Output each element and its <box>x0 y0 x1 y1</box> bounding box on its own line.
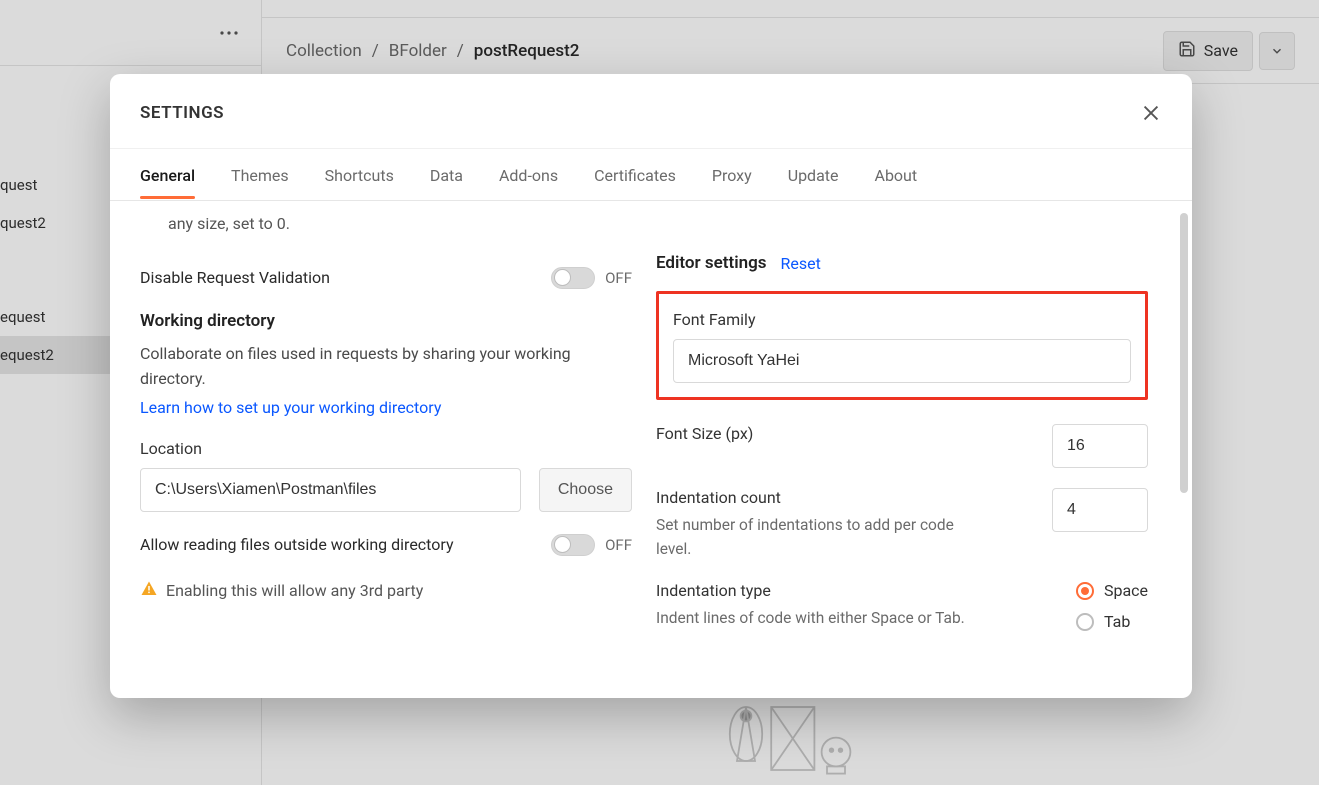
settings-modal: SETTINGS General Themes Shortcuts Data A… <box>110 74 1192 698</box>
breadcrumb: Collection / BFolder / postRequest2 <box>286 41 579 61</box>
scrollbar[interactable] <box>1180 213 1188 493</box>
section-heading: Working directory <box>140 311 632 331</box>
choose-button[interactable]: Choose <box>539 468 632 512</box>
tab-addons[interactable]: Add-ons <box>499 152 558 198</box>
field-label: Indentation count <box>656 488 986 507</box>
modal-body: any size, set to 0. Disable Request Vali… <box>110 201 1192 698</box>
field-label: Font Family <box>673 310 1131 329</box>
disable-request-validation-toggle[interactable] <box>551 267 595 289</box>
font-family-input[interactable] <box>673 339 1131 383</box>
tab-data[interactable]: Data <box>430 152 463 198</box>
tab-certificates[interactable]: Certificates <box>594 152 676 198</box>
setting-label: Allow reading files outside working dire… <box>140 535 454 554</box>
field-label: Font Size (px) <box>656 424 753 443</box>
save-dropdown-button[interactable] <box>1259 32 1295 70</box>
radio-label: Tab <box>1104 612 1130 631</box>
close-icon[interactable] <box>1140 102 1162 124</box>
workdir-learn-link[interactable]: Learn how to set up your working directo… <box>140 398 441 417</box>
warning-icon <box>140 580 158 606</box>
tab-general[interactable]: General <box>140 152 195 198</box>
save-icon <box>1178 40 1196 62</box>
tab-themes[interactable]: Themes <box>231 152 289 198</box>
save-label: Save <box>1204 41 1238 60</box>
crumb[interactable]: BFolder <box>389 41 447 61</box>
radio-label: Space <box>1104 581 1148 600</box>
help-text: Collaborate on files used in requests by… <box>140 341 632 392</box>
tabstrip: General Themes Shortcuts Data Add-ons Ce… <box>110 149 1192 201</box>
crumb-separator: / <box>457 41 464 61</box>
warning-text: Enabling this will allow any 3rd party <box>166 578 423 604</box>
more-icon[interactable] <box>213 17 245 49</box>
indent-type-tab-radio[interactable]: Tab <box>1076 612 1148 631</box>
font-size-input[interactable] <box>1052 424 1148 468</box>
tab-about[interactable]: About <box>875 152 918 198</box>
tab-shortcuts[interactable]: Shortcuts <box>325 152 394 198</box>
save-button[interactable]: Save <box>1163 31 1253 71</box>
crumb[interactable]: Collection <box>286 41 362 61</box>
crumb-current: postRequest2 <box>474 41 580 61</box>
help-text: Set number of indentations to add per co… <box>656 513 986 561</box>
crumb-separator: / <box>372 41 379 61</box>
setting-label: Disable Request Validation <box>140 268 330 287</box>
help-text: Indent lines of code with either Space o… <box>656 606 965 630</box>
toggle-state-text: OFF <box>605 536 632 554</box>
toggle-state-text: OFF <box>605 269 632 287</box>
field-label: Indentation type <box>656 581 965 600</box>
field-label: Location <box>140 439 632 458</box>
reset-link[interactable]: Reset <box>781 254 821 273</box>
section-heading: Editor settings <box>656 253 767 273</box>
radio-dot-icon <box>1076 582 1094 600</box>
font-family-highlight: Font Family <box>656 291 1148 400</box>
radio-dot-icon <box>1076 613 1094 631</box>
indent-type-space-radio[interactable]: Space <box>1076 581 1148 600</box>
indent-count-input[interactable] <box>1052 488 1148 532</box>
truncated-help-text: any size, set to 0. <box>140 211 632 237</box>
location-input[interactable] <box>140 468 521 512</box>
modal-title: SETTINGS <box>140 103 224 123</box>
tab-proxy[interactable]: Proxy <box>712 152 752 198</box>
tab-update[interactable]: Update <box>788 152 839 198</box>
allow-outside-files-toggle[interactable] <box>551 534 595 556</box>
